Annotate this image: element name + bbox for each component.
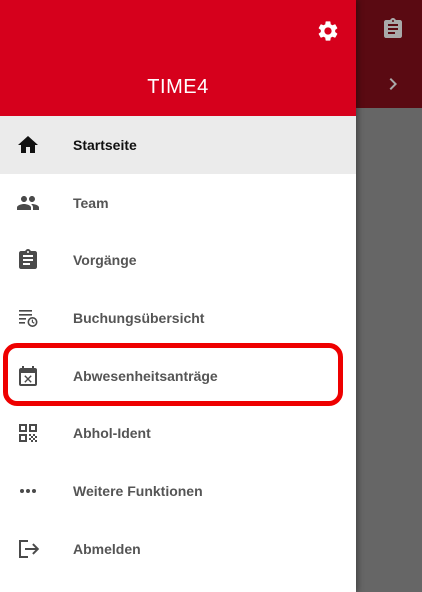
navigation-drawer: TIME4 Startseite Team Vorgänge Buchungsü… [0,0,356,592]
app-title: TIME4 [147,76,209,98]
menu-item-weitere-funktionen[interactable]: Weitere Funktionen [0,462,356,520]
home-icon [16,133,40,157]
menu-item-label: Team [73,194,109,211]
menu-item-startseite[interactable]: Startseite [0,116,356,174]
menu-item-label: Startseite [73,136,137,153]
menu-item-label: Buchungsübersicht [73,309,205,326]
drawer-menu: Startseite Team Vorgänge Buchungsübersic… [0,116,356,578]
menu-item-label: Abhol-Ident [73,425,151,442]
menu-item-vorgaenge[interactable]: Vorgänge [0,231,356,289]
people-icon [16,191,40,215]
gear-icon [318,21,338,41]
list-clock-icon [16,306,40,330]
logout-icon [16,537,40,561]
menu-item-team[interactable]: Team [0,174,356,232]
menu-item-buchungsuebersicht[interactable]: Buchungsübersicht [0,289,356,347]
qr-code-icon [16,421,40,445]
menu-item-label: Vorgänge [73,252,137,269]
settings-button[interactable] [316,19,340,43]
more-horizontal-icon [16,479,40,503]
menu-item-abmelden[interactable]: Abmelden [0,520,356,578]
drawer-header: TIME4 [0,0,356,116]
clipboard-icon[interactable] [381,17,405,41]
menu-item-abwesenheitsantraege[interactable]: Abwesenheitsanträge [0,347,356,405]
menu-item-label: Abmelden [73,540,141,557]
menu-item-label: Abwesenheitsanträge [73,367,218,384]
menu-item-label: Weitere Funktionen [73,482,203,499]
menu-item-abhol-ident[interactable]: Abhol-Ident [0,404,356,462]
chevron-right-icon[interactable] [381,72,405,96]
calendar-cancel-icon [16,364,40,388]
clipboard-icon [16,248,40,272]
